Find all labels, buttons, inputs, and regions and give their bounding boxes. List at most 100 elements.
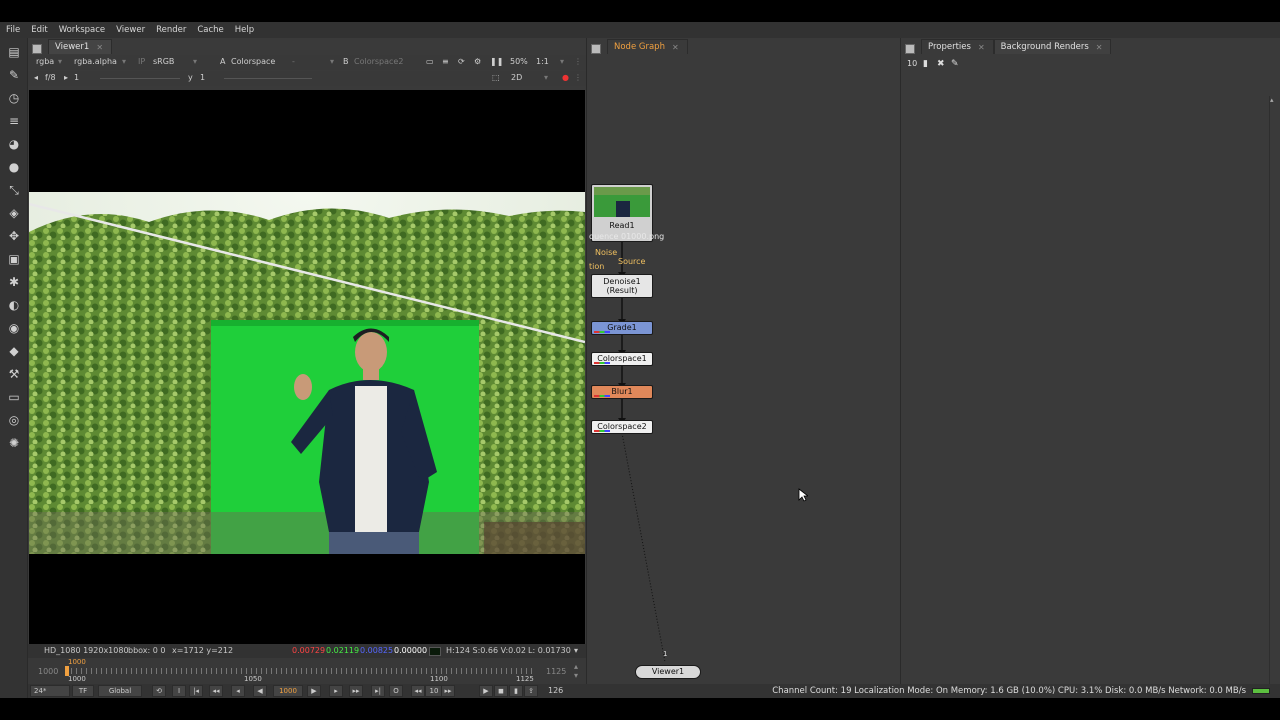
close-icon[interactable]: ✕ <box>672 43 679 52</box>
scrollbar[interactable]: ▴ ▾ <box>1269 96 1277 696</box>
menu-file[interactable]: File <box>6 25 20 35</box>
gain-step-icon[interactable]: ▸ <box>64 73 68 82</box>
gain-reset-icon[interactable]: ◂ <box>34 73 38 82</box>
colorspace2-node[interactable]: Colorspace2 <box>591 420 653 434</box>
node-graph-canvas[interactable]: Read1 quence 01000.png Noise tion Source… <box>587 54 901 698</box>
merge-tools-icon[interactable]: ◈ <box>6 205 22 221</box>
filter-tools-icon[interactable]: ● <box>6 159 22 175</box>
chevron-down-icon[interactable]: ▾ <box>574 671 578 680</box>
clear-panels-icon[interactable]: ✖ <box>937 59 945 69</box>
transform-tools-icon[interactable]: ✥ <box>6 228 22 244</box>
panel-menu-icon[interactable] <box>905 44 915 54</box>
denoise-node[interactable]: Denoise1 (Result) <box>591 274 653 298</box>
lock-icon[interactable]: ▮ <box>923 59 928 69</box>
particles-tools-icon[interactable]: ✱ <box>6 274 22 290</box>
furnace-tools-icon[interactable]: ◎ <box>6 412 22 428</box>
in-point-icon[interactable]: I <box>172 685 186 697</box>
viewer-node[interactable]: Viewer1 <box>635 665 701 679</box>
panel-menu-icon[interactable] <box>32 44 42 54</box>
image-tools-icon[interactable]: ▤ <box>6 44 22 60</box>
a-input-select[interactable]: Colorspace <box>231 57 275 66</box>
other-tools-icon[interactable]: ▭ <box>6 389 22 405</box>
metadata-tools-icon[interactable]: ◆ <box>6 343 22 359</box>
chevron-down-icon[interactable]: ▾ <box>574 646 578 655</box>
channel-tools-icon[interactable]: ≡ <box>6 113 22 129</box>
pause-icon[interactable]: ❚❚ <box>490 57 503 66</box>
panel-menu-icon[interactable]: ⋮ <box>574 57 582 66</box>
export-icon[interactable]: ⇪ <box>524 685 538 697</box>
play-forward-icon[interactable]: ▶ <box>307 685 321 697</box>
blur-node[interactable]: Blur1 <box>591 385 653 399</box>
a-op-select[interactable]: - <box>292 57 295 66</box>
viewer-mode-select[interactable]: 2D <box>511 73 522 82</box>
ofx-tools-icon[interactable]: ✺ <box>6 435 22 451</box>
colorspace1-node[interactable]: Colorspace1 <box>591 352 653 366</box>
next-keyframe-icon[interactable]: ▸▸ <box>349 685 363 697</box>
timeline-start[interactable]: 1000 <box>38 667 58 676</box>
zoom-select[interactable]: 50% <box>510 57 528 66</box>
fps-select[interactable]: 24* <box>30 685 70 697</box>
channels-select[interactable]: rgba <box>36 57 54 66</box>
color-tools-icon[interactable]: ◕ <box>6 136 22 152</box>
views-tools-icon[interactable]: ◉ <box>6 320 22 336</box>
time-tools-icon[interactable]: ◷ <box>6 90 22 106</box>
loop-icon[interactable]: ⟲ <box>152 685 166 697</box>
panel-menu-icon[interactable] <box>591 44 601 54</box>
menu-help[interactable]: Help <box>235 25 254 35</box>
gamma-slider[interactable] <box>224 78 312 79</box>
prev-keyframe-icon[interactable]: ◂◂ <box>209 685 223 697</box>
chevron-up-icon[interactable]: ▴ <box>1270 96 1274 104</box>
prev-frame-icon[interactable]: ◂ <box>231 685 245 697</box>
3d-tools-icon[interactable]: ▣ <box>6 251 22 267</box>
step-back-icon[interactable]: ◂◂ <box>411 685 425 697</box>
tab-properties[interactable]: Properties ✕ <box>921 39 994 54</box>
b-input-select[interactable]: Colorspace2 <box>354 57 403 66</box>
settings-icon[interactable]: ⚙ <box>474 57 481 66</box>
close-icon[interactable]: ✕ <box>96 43 103 52</box>
play-backward-icon[interactable]: ◀ <box>253 685 267 697</box>
tab-background-renders[interactable]: Background Renders ✕ <box>993 39 1112 54</box>
panel-menu-icon[interactable]: ⋮ <box>574 73 582 82</box>
ip-toggle[interactable]: IP <box>138 57 145 66</box>
max-panels-field[interactable]: 10 <box>907 59 918 70</box>
menu-render[interactable]: Render <box>156 25 186 35</box>
tab-node-graph[interactable]: Node Graph ✕ <box>607 39 688 54</box>
capture-icon[interactable]: ◼ <box>494 685 508 697</box>
menu-cache[interactable]: Cache <box>197 25 223 35</box>
tab-viewer1[interactable]: Viewer1 ✕ <box>48 39 113 54</box>
menu-viewer[interactable]: Viewer <box>116 25 145 35</box>
chevron-up-icon[interactable]: ▴ <box>574 662 578 671</box>
deep-tools-icon[interactable]: ◐ <box>6 297 22 313</box>
close-icon[interactable]: ✕ <box>978 43 985 52</box>
close-icon[interactable]: ✕ <box>1096 43 1103 52</box>
gain-field[interactable]: 1 <box>74 73 79 82</box>
edit-icon[interactable]: ✎ <box>951 59 959 69</box>
roi-icon[interactable]: ▭ <box>426 57 434 66</box>
stop-icon[interactable]: ● <box>562 73 569 82</box>
range-select[interactable]: Global <box>98 685 142 697</box>
viewer-canvas[interactable] <box>29 90 585 644</box>
current-frame-field[interactable]: 1000 <box>273 685 303 697</box>
flipbook-icon[interactable]: ▶ <box>479 685 493 697</box>
toolsets-icon[interactable]: ⚒ <box>6 366 22 382</box>
first-frame-icon[interactable]: |◂ <box>189 685 203 697</box>
ratio-select[interactable]: 1:1 <box>536 57 549 66</box>
region-icon[interactable]: ⬚ <box>492 73 500 82</box>
list-icon[interactable]: ≡ <box>442 57 449 66</box>
timeline[interactable]: 1000 1000 1000 1050 1100 1125 1125 ▴ ▾ <box>28 658 586 684</box>
alpha-select[interactable]: rgba.alpha <box>74 57 117 66</box>
menu-edit[interactable]: Edit <box>31 25 47 35</box>
refresh-icon[interactable]: ⟳ <box>458 57 465 66</box>
gain-slider[interactable] <box>100 78 180 79</box>
timeline-ruler[interactable] <box>66 668 536 674</box>
out-point-icon[interactable]: O <box>389 685 403 697</box>
next-frame-icon[interactable]: ▸ <box>329 685 343 697</box>
lock-icon[interactable]: ▮ <box>509 685 523 697</box>
tf-select[interactable]: TF <box>72 685 94 697</box>
grade-node[interactable]: Grade1 <box>591 321 653 335</box>
gamma-field[interactable]: 1 <box>200 73 205 82</box>
menu-workspace[interactable]: Workspace <box>59 25 105 35</box>
step-forward-icon[interactable]: ▸▸ <box>441 685 455 697</box>
draw-tools-icon[interactable]: ✎ <box>6 67 22 83</box>
timeline-end[interactable]: 1125 <box>546 667 566 676</box>
